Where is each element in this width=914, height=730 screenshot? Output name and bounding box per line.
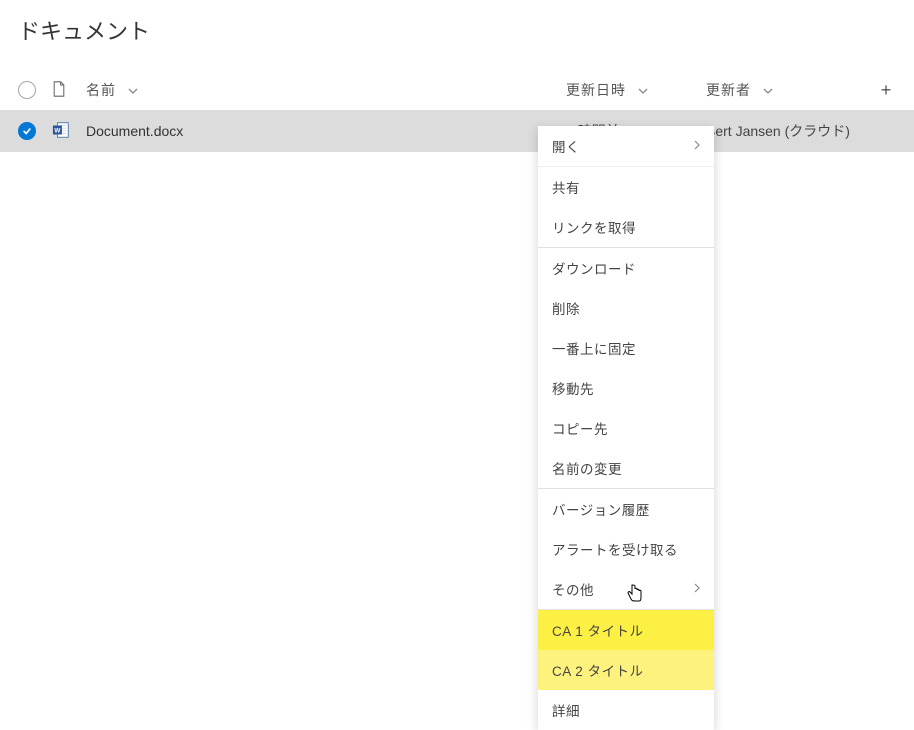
menu-details-label: 詳細 [552, 700, 580, 720]
menu-download[interactable]: ダウンロード [538, 248, 714, 288]
menu-open[interactable]: 開く [538, 126, 714, 167]
file-row[interactable]: W Document.docx 7 時間前 Bert Jansen (クラウド) [0, 110, 914, 152]
menu-ca1-label: CA 1 タイトル [552, 620, 644, 640]
add-column-button[interactable]: + [876, 80, 896, 101]
menu-delete[interactable]: 削除 [538, 288, 714, 328]
file-name[interactable]: Document.docx [86, 123, 566, 139]
row-select-checkbox[interactable] [18, 122, 36, 140]
menu-get-link[interactable]: リンクを取得 [538, 207, 714, 248]
select-all-toggle[interactable] [18, 81, 36, 99]
word-file-icon: W [52, 121, 70, 142]
menu-more-label: その他 [552, 579, 594, 599]
file-author: Bert Jansen (クラウド) [706, 121, 876, 141]
menu-pin-top[interactable]: 一番上に固定 [538, 328, 714, 368]
menu-alert-me[interactable]: アラートを受け取る [538, 529, 714, 569]
chevron-right-icon [694, 140, 700, 153]
chevron-down-icon [128, 82, 138, 98]
menu-copy-to[interactable]: コピー先 [538, 408, 714, 448]
menu-move-to-label: 移動先 [552, 378, 594, 398]
column-name-label: 名前 [86, 80, 116, 100]
menu-version-history-label: バージョン履歴 [552, 499, 650, 519]
menu-more[interactable]: その他 [538, 569, 714, 610]
column-author-label: 更新者 [706, 80, 751, 100]
menu-ca1[interactable]: CA 1 タイトル [538, 610, 714, 650]
chevron-right-icon [694, 583, 700, 596]
menu-move-to[interactable]: 移動先 [538, 368, 714, 408]
column-author[interactable]: 更新者 [706, 80, 876, 100]
menu-alert-me-label: アラートを受け取る [552, 539, 678, 559]
menu-download-label: ダウンロード [552, 258, 636, 278]
menu-share[interactable]: 共有 [538, 167, 714, 207]
menu-details[interactable]: 詳細 [538, 690, 714, 730]
menu-share-label: 共有 [552, 177, 580, 197]
svg-text:W: W [54, 127, 60, 134]
page-title: ドキュメント [0, 0, 914, 70]
list-header: 名前 更新日時 更新者 + [0, 70, 914, 110]
column-name[interactable]: 名前 [86, 80, 566, 100]
file-type-icon-header [52, 81, 70, 100]
menu-get-link-label: リンクを取得 [552, 217, 636, 237]
chevron-down-icon [638, 82, 648, 98]
menu-open-label: 開く [552, 136, 580, 156]
menu-version-history[interactable]: バージョン履歴 [538, 489, 714, 529]
menu-ca2-label: CA 2 タイトル [552, 660, 644, 680]
context-menu: 開く 共有 リンクを取得 ダウンロード 削除 一番上に固定 移動先 コピー先 名… [538, 126, 714, 730]
column-modified-label: 更新日時 [566, 80, 626, 100]
menu-pin-top-label: 一番上に固定 [552, 338, 636, 358]
menu-delete-label: 削除 [552, 298, 580, 318]
menu-copy-to-label: コピー先 [552, 418, 608, 438]
menu-rename-label: 名前の変更 [552, 458, 622, 478]
chevron-down-icon [763, 82, 773, 98]
menu-ca2[interactable]: CA 2 タイトル [538, 650, 714, 690]
menu-rename[interactable]: 名前の変更 [538, 448, 714, 489]
column-modified[interactable]: 更新日時 [566, 80, 706, 100]
